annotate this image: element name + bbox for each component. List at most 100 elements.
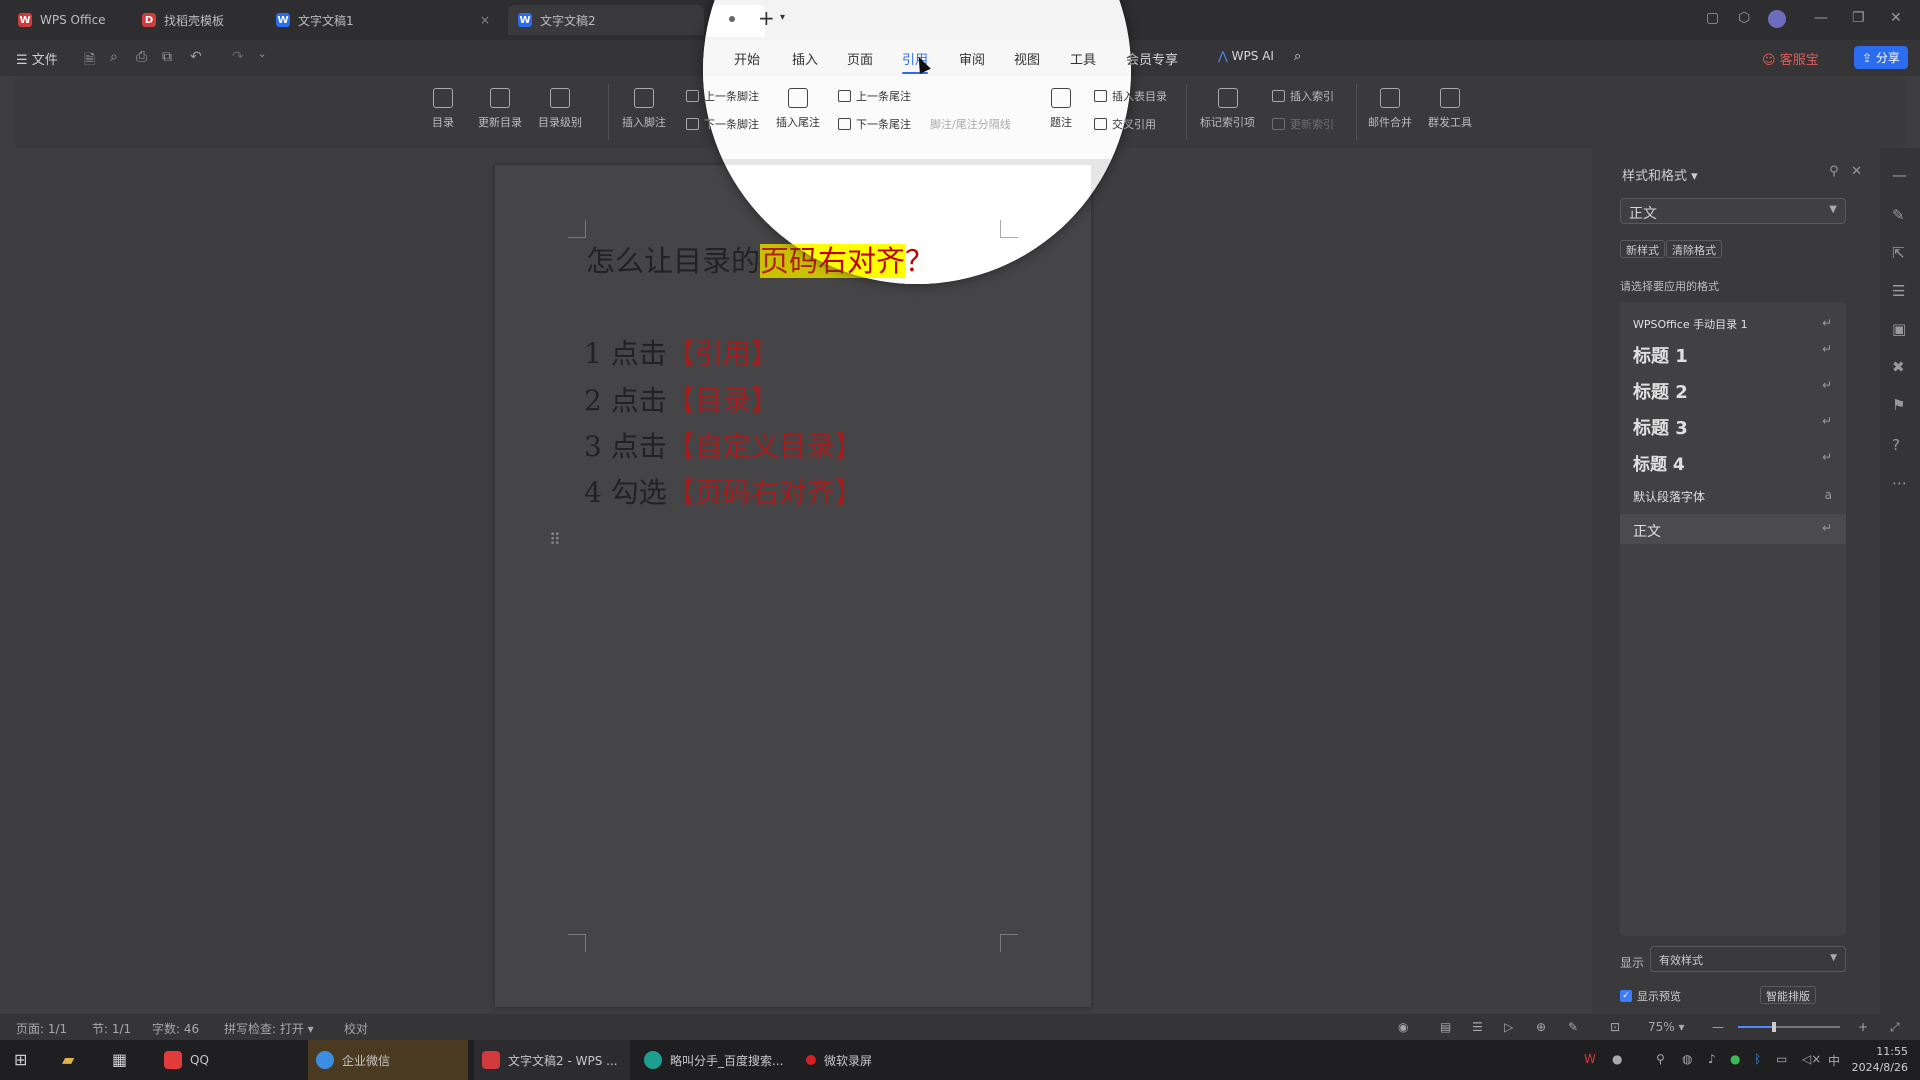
mail-merge-button[interactable]: 邮件合并 [1368, 88, 1412, 130]
smart-layout-button[interactable]: 智能排版 [1760, 986, 1816, 1004]
panel-splitter[interactable] [1592, 148, 1600, 1024]
menu-membership[interactable]: 会员专享 [1126, 49, 1178, 68]
style-item[interactable]: 默认段落字体 a [1620, 488, 1846, 505]
store-icon[interactable]: ▦ [112, 1050, 127, 1069]
tab-wps-office[interactable]: W WPS Office [8, 5, 128, 35]
find-icon[interactable]: ⌕ [110, 49, 118, 65]
toc-level-button[interactable]: 目录级别 [538, 88, 582, 130]
zoom-in-icon[interactable]: + [1858, 1020, 1868, 1034]
wechat-icon[interactable]: ● [1730, 1052, 1740, 1066]
help-icon[interactable]: ? [1892, 436, 1900, 454]
spell-check-toggle[interactable]: 拼写检查: 打开 ▾ [224, 1020, 314, 1037]
menu-membership[interactable]: 会员专享 [1126, 49, 1131, 68]
update-index-button[interactable]: 更新索引 [1272, 116, 1334, 132]
windows-start-icon[interactable]: ⊞ [14, 1050, 27, 1069]
taskbar-recorder[interactable]: 微软录屏 [798, 1040, 938, 1080]
mass-send-button[interactable]: 群发工具 [1428, 88, 1472, 130]
print-preview-icon[interactable]: ⧉ [162, 49, 172, 65]
prev-endnote-button[interactable]: 上一条尾注 [838, 88, 911, 104]
style-item[interactable]: 标题 3 ↵ [1620, 414, 1846, 440]
step-3[interactable]: 3 点击【自定义目录】 [584, 425, 863, 465]
style-item-selected[interactable]: 正文 ↵ [1620, 514, 1846, 544]
menu-insert[interactable]: 插入 [792, 49, 818, 68]
taskbar-qq[interactable]: QQ [156, 1040, 302, 1080]
window-icon[interactable]: ▢ [1706, 10, 1719, 26]
proofread-button[interactable]: 校对 [344, 1020, 368, 1037]
pin-icon[interactable]: ⚲ [1829, 164, 1839, 179]
new-style-button[interactable]: 新样式 [1620, 240, 1665, 258]
search-icon[interactable]: ⌕ [1294, 49, 1301, 64]
chevron-down-icon[interactable]: ▾ [780, 12, 785, 23]
wps-ai-button[interactable]: ⋀ WPS AI [1218, 49, 1274, 63]
zoom-slider-handle[interactable] [1772, 1022, 1776, 1032]
show-filter-select[interactable]: 有效样式 ▼ [1650, 946, 1846, 972]
file-menu[interactable]: ☰ 文件 [16, 49, 58, 68]
insert-index-button[interactable]: 插入索引 [1272, 88, 1334, 104]
style-item[interactable]: 标题 2 ↵ [1620, 378, 1846, 404]
separator-line-button[interactable]: 脚注/尾注分隔线 [930, 116, 1011, 132]
menu-review[interactable]: 审阅 [959, 49, 985, 68]
file-explorer-icon[interactable]: ▰ [62, 1050, 74, 1069]
service-button[interactable]: ☺ 客服宝 [1762, 49, 1819, 68]
bluetooth-icon[interactable]: ᛒ [1754, 1052, 1761, 1066]
next-endnote-button[interactable]: 下一条尾注 [838, 116, 911, 132]
toc-button[interactable]: 目录 [432, 88, 454, 130]
page-indicator[interactable]: 页面: 1/1 [16, 1020, 67, 1037]
minus-icon[interactable]: — [1892, 166, 1907, 184]
menu-tools[interactable]: 工具 [1070, 49, 1096, 68]
tab-template[interactable]: D 找稻壳模板 [132, 5, 262, 35]
close-tab-icon[interactable]: × [480, 13, 490, 27]
insert-footnote-button[interactable]: 插入脚注 [622, 88, 666, 130]
panel-title[interactable]: 样式和格式 ▾ [1622, 165, 1698, 184]
fullscreen-icon[interactable]: ⤢ [1890, 1020, 1900, 1035]
eye-icon[interactable]: ◉ [1398, 1020, 1408, 1034]
menu-view[interactable]: 视图 [1014, 49, 1040, 68]
clear-format-button[interactable]: 清除格式 [1666, 240, 1722, 258]
minimize-icon[interactable]: — [1814, 10, 1828, 26]
menu-start[interactable]: 开始 [734, 49, 760, 68]
save-icon[interactable]: 🗎 [84, 49, 95, 73]
avatar[interactable] [1768, 10, 1786, 28]
cross-reference-button[interactable]: 交叉引用 [1094, 116, 1131, 132]
style-item[interactable]: 标题 4 ↵ [1620, 450, 1846, 475]
drag-handle-icon[interactable]: ⠿ [549, 530, 561, 549]
microphone-icon[interactable]: ♪ [1708, 1052, 1716, 1066]
print-icon[interactable]: ⎙ [136, 49, 147, 65]
tray-network-icon[interactable]: ⚲ [1656, 1052, 1665, 1066]
pen-icon[interactable]: ✎ [1892, 206, 1905, 224]
style-item[interactable]: WPSOffice 手动目录 1 ↵ [1620, 316, 1846, 332]
restore-icon[interactable]: ❐ [1852, 10, 1865, 26]
current-style-select[interactable]: 正文 ▼ [1620, 198, 1846, 224]
chevron-down-icon[interactable]: ⌄ [258, 49, 266, 60]
word-count[interactable]: 字数: 46 [152, 1020, 199, 1037]
taskbar-wps[interactable]: 文字文稿2 - WPS ... [474, 1040, 630, 1080]
play-icon[interactable]: ▷ [1504, 1020, 1513, 1034]
web-view-icon[interactable]: ⊕ [1536, 1020, 1546, 1034]
zoom-level[interactable]: 75% ▾ [1648, 1020, 1685, 1034]
select-icon[interactable]: ⇱ [1892, 244, 1905, 262]
image-edit-icon[interactable]: ▣ [1892, 320, 1906, 338]
insert-table-of-figures-button[interactable]: 插入表目录 [1094, 88, 1131, 104]
mark-index-button[interactable]: 标记索引项 [1200, 88, 1255, 130]
fit-icon[interactable]: ⊡ [1610, 1020, 1620, 1034]
show-preview-checkbox[interactable]: ✓ 显示预览 [1620, 988, 1681, 1004]
tray-app-icon[interactable]: ● [1612, 1052, 1622, 1066]
clock[interactable]: 11:55 2024/8/26 [1852, 1044, 1908, 1076]
prev-footnote-button[interactable]: 上一条脚注 [703, 88, 759, 104]
more-icon[interactable]: ⋯ [1892, 474, 1907, 492]
close-window-icon[interactable]: ✕ [1890, 10, 1902, 26]
tab-doc1[interactable]: W 文字文稿1 × [266, 5, 500, 35]
cube-icon[interactable]: ⬡ [1738, 10, 1750, 26]
next-footnote-button[interactable]: 下一条脚注 [703, 116, 759, 132]
magnified-tab[interactable] [705, 5, 765, 37]
document-page[interactable] [495, 165, 1091, 1007]
ime-indicator[interactable]: 中 [1828, 1052, 1840, 1069]
share-button[interactable]: ⇪ 分享 [1854, 46, 1908, 69]
step-1[interactable]: 1 点击【引用】 [584, 332, 779, 372]
tools-icon[interactable]: ✖ [1892, 358, 1905, 376]
step-2[interactable]: 2 点击【目录】 [584, 379, 779, 419]
settings-sliders-icon[interactable]: ☰ [1892, 282, 1905, 300]
tray-icon[interactable]: ◍ [1682, 1052, 1692, 1066]
redo-icon[interactable]: ↷ [232, 49, 244, 65]
display-icon[interactable]: ▭ [1776, 1052, 1787, 1066]
